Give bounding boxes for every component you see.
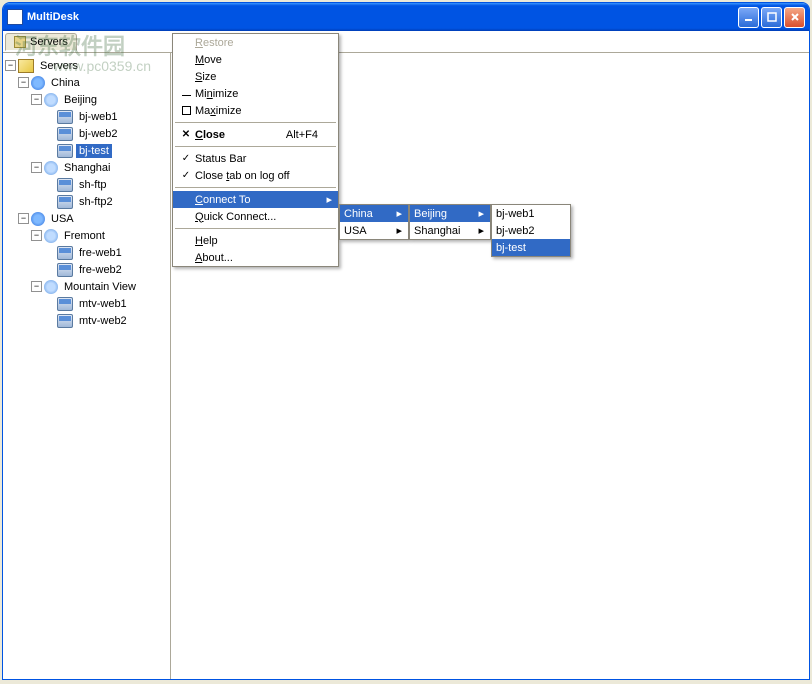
tree-label: Shanghai [61, 161, 114, 175]
tree-label: Beijing [61, 93, 100, 107]
expand-icon[interactable]: − [31, 281, 42, 292]
tree-label: Servers [37, 59, 81, 73]
tree-label: mtv-web2 [76, 314, 130, 328]
region-icon [31, 212, 45, 226]
city-icon [44, 161, 58, 175]
tree-node[interactable]: − China [5, 74, 168, 91]
tree-label: bj-web1 [76, 110, 121, 124]
tree-label: bj-web2 [76, 127, 121, 141]
maximize-button[interactable] [761, 7, 782, 28]
minimize-button[interactable] [738, 7, 759, 28]
tree-node[interactable]: bj-test [5, 142, 168, 159]
tree-node[interactable]: mtv-web1 [5, 295, 168, 312]
menu-minimize[interactable]: Minimize [173, 85, 338, 102]
menu-closetab[interactable]: Close tab on log off [173, 167, 338, 184]
menu-statusbar[interactable]: Status Bar [173, 150, 338, 167]
tree-node[interactable]: − Shanghai [5, 159, 168, 176]
menu-connect-to[interactable]: Connect To▸ [173, 191, 338, 208]
tree-node[interactable]: mtv-web2 [5, 312, 168, 329]
app-window: MultiDesk 河东软件园 www.pc0359.cn Servers −S… [2, 2, 810, 680]
tree-node[interactable]: fre-web1 [5, 244, 168, 261]
menu-separator [175, 228, 336, 229]
tree-label: USA [48, 212, 77, 226]
server-icon [57, 110, 73, 124]
submenu-servers: bj-web1 bj-web2 bj-test [491, 204, 571, 257]
root-icon [18, 59, 34, 73]
expand-icon[interactable]: − [18, 213, 29, 224]
tree-node[interactable]: − Mountain View [5, 278, 168, 295]
tree-node[interactable]: sh-ftp [5, 176, 168, 193]
menu-separator [175, 122, 336, 123]
folder-icon [14, 36, 26, 48]
server-icon [57, 314, 73, 328]
tree-node[interactable]: − Fremont [5, 227, 168, 244]
tree-label: sh-ftp2 [76, 195, 116, 209]
tab-servers[interactable]: Servers [5, 33, 77, 51]
app-icon [7, 9, 23, 25]
server-icon [57, 297, 73, 311]
submenu-item-usa[interactable]: USA▸ [340, 222, 408, 239]
server-icon [57, 263, 73, 277]
tree-label: fre-web1 [76, 246, 125, 260]
server-icon [57, 195, 73, 209]
menu-quick-connect[interactable]: Quick Connect... [173, 208, 338, 225]
server-icon [57, 178, 73, 192]
tree-pane[interactable]: −Servers−China−Beijingbj-web1bj-web2bj-t… [3, 53, 171, 679]
tree-node[interactable]: − Beijing [5, 91, 168, 108]
menu-move[interactable]: Move [173, 51, 338, 68]
tab-bar: Servers [3, 31, 809, 53]
expand-icon[interactable]: − [31, 94, 42, 105]
submenu-item-bjweb1[interactable]: bj-web1 [492, 205, 570, 222]
window-title: MultiDesk [27, 11, 738, 23]
menu-size[interactable]: Size [173, 68, 338, 85]
tree-label: Mountain View [61, 280, 139, 294]
region-icon [31, 76, 45, 90]
expand-icon[interactable]: − [31, 230, 42, 241]
city-icon [44, 280, 58, 294]
menu-help[interactable]: Help [173, 232, 338, 249]
submenu-item-beijing[interactable]: Beijing▸ [410, 205, 490, 222]
menu-restore: Restore [173, 34, 338, 51]
expand-icon[interactable]: − [5, 60, 16, 71]
server-icon [57, 144, 73, 158]
tree-node[interactable]: bj-web1 [5, 108, 168, 125]
menu-maximize[interactable]: Maximize [173, 102, 338, 119]
tree-node[interactable]: sh-ftp2 [5, 193, 168, 210]
submenu-cities: Beijing▸ Shanghai▸ [409, 204, 491, 240]
expand-icon[interactable]: − [18, 77, 29, 88]
submenu-item-bjweb2[interactable]: bj-web2 [492, 222, 570, 239]
menu-separator [175, 146, 336, 147]
tree-label: sh-ftp [76, 178, 110, 192]
submenu-item-shanghai[interactable]: Shanghai▸ [410, 222, 490, 239]
titlebar[interactable]: MultiDesk [3, 3, 809, 31]
tab-label: Servers [30, 36, 68, 48]
tree-label: Fremont [61, 229, 108, 243]
tree-node[interactable]: − Servers [5, 57, 168, 74]
tree-node[interactable]: fre-web2 [5, 261, 168, 278]
submenu-regions: China▸ USA▸ [339, 204, 409, 240]
tree-label: mtv-web1 [76, 297, 130, 311]
submenu-item-china[interactable]: China▸ [340, 205, 408, 222]
menu-separator [175, 187, 336, 188]
tree-label: bj-test [76, 144, 112, 158]
server-icon [57, 127, 73, 141]
tree-label: China [48, 76, 83, 90]
expand-icon[interactable]: − [31, 162, 42, 173]
submenu-item-bjtest[interactable]: bj-test [492, 239, 570, 256]
context-menu: Restore Move Size Minimize Maximize Clos… [172, 33, 339, 267]
tree-node[interactable]: − USA [5, 210, 168, 227]
tree-label: fre-web2 [76, 263, 125, 277]
tree-node[interactable]: bj-web2 [5, 125, 168, 142]
city-icon [44, 229, 58, 243]
city-icon [44, 93, 58, 107]
server-icon [57, 246, 73, 260]
menu-about[interactable]: About... [173, 249, 338, 266]
menu-close[interactable]: CloseAlt+F4 [173, 126, 338, 143]
close-button[interactable] [784, 7, 805, 28]
